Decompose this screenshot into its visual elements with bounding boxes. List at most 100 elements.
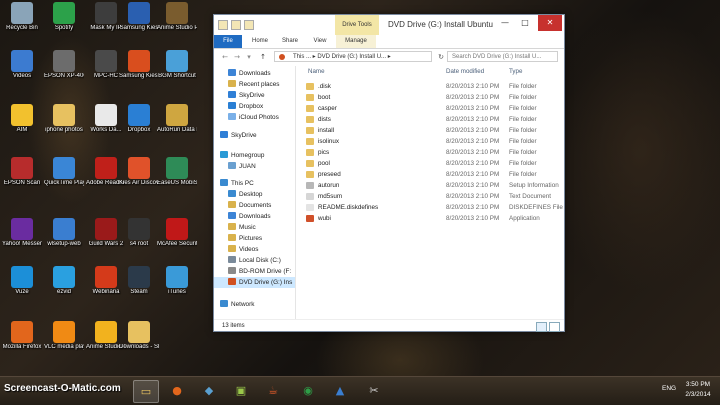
navigation-pane[interactable]: Downloads Recent places SkyDrive Dropbox iCl… — [214, 66, 296, 319]
nav-item[interactable]: Homegroup — [214, 150, 295, 161]
app-taskbar-button[interactable]: ◆ — [197, 380, 221, 401]
column-header-date-modified[interactable]: Date modified — [446, 68, 484, 75]
desktop-shortcut[interactable]: QuickTime Player — [44, 157, 84, 187]
desktop-shortcut[interactable]: iphone photos — [44, 104, 84, 134]
nav-item[interactable]: Pictures — [214, 233, 295, 244]
back-icon[interactable]: ← — [220, 52, 230, 62]
file-list[interactable]: Name Date modified Type .disk 8/20/2013 2… — [296, 66, 564, 319]
file-row[interactable]: dists 8/20/2013 2:10 PM File folder — [306, 114, 556, 125]
file-row[interactable]: isolinux 8/20/2013 2:10 PM File folder — [306, 136, 556, 147]
desktop-shortcut[interactable]: s4 root — [119, 218, 159, 248]
file-type: File folder — [509, 105, 537, 112]
nav-item[interactable]: SkyDrive — [214, 130, 295, 141]
folder-icon[interactable] — [218, 20, 228, 30]
nav-item[interactable]: Dropbox — [214, 101, 295, 112]
pinned-app-taskbar-button[interactable]: ▲ — [328, 380, 352, 401]
desktop-shortcut[interactable]: McAfee Security Sc... — [157, 218, 197, 248]
nav-item[interactable]: Music — [214, 222, 295, 233]
tab-file[interactable]: File — [214, 35, 242, 48]
desktop-shortcut[interactable]: wlsetup-web — [44, 218, 84, 248]
desktop-shortcut[interactable]: Downloads - Shortcut — [119, 321, 159, 351]
desktop-shortcut[interactable]: ezvid — [44, 266, 84, 296]
tab-view[interactable]: View — [308, 35, 332, 48]
file-row[interactable]: preseed 8/20/2013 2:10 PM File folder — [306, 169, 556, 180]
desktop-shortcut[interactable]: Yahoo! Messenger — [2, 218, 42, 248]
desktop-shortcut[interactable]: Vuze — [2, 266, 42, 296]
maximize-button[interactable]: □ — [516, 15, 534, 31]
file-row[interactable]: README.diskdefines 8/20/2013 2:10 PM DISKD… — [306, 202, 563, 213]
desktop-shortcut[interactable]: Dropbox — [119, 104, 159, 134]
desktop-shortcut[interactable]: AIM — [2, 104, 42, 134]
desktop-shortcut[interactable]: Spotify — [44, 2, 84, 32]
file-explorer-taskbar-button[interactable]: ▭ — [133, 380, 159, 403]
desktop-shortcut[interactable]: EPSON XP-400 Series — [44, 50, 84, 80]
desktop-shortcut[interactable]: Steam — [119, 266, 159, 296]
desktop-shortcut[interactable]: BGM Shortcut — [157, 50, 197, 80]
details-view-icon[interactable] — [536, 322, 547, 332]
desktop-shortcut[interactable]: Recycle Bin — [2, 2, 42, 32]
tab-home[interactable]: Home — [248, 35, 272, 48]
firefox-taskbar-button[interactable]: ● — [165, 380, 189, 401]
desktop-shortcut[interactable]: AutoRun Data Pr... — [157, 104, 197, 134]
forward-icon[interactable]: → — [232, 52, 242, 62]
file-row[interactable]: boot 8/20/2013 2:10 PM File folder — [306, 92, 556, 103]
input-language[interactable]: ENG — [662, 385, 676, 392]
column-header-type[interactable]: Type — [509, 68, 522, 75]
nav-item[interactable]: BD-ROM Drive (F: — [214, 266, 295, 277]
nav-item[interactable]: Desktop — [214, 189, 295, 200]
file-type: File folder — [509, 149, 537, 156]
nav-item[interactable]: Documents — [214, 200, 295, 211]
file-row[interactable]: .disk 8/20/2013 2:10 PM File folder — [306, 81, 556, 92]
desktop-shortcut[interactable]: VLC media player — [44, 321, 84, 351]
recent-places-icon — [228, 80, 236, 87]
photos-taskbar-button[interactable]: ▣ — [229, 380, 253, 401]
tab-manage[interactable]: Manage — [336, 35, 376, 48]
desktop-shortcut[interactable]: EaseUS MobiSav... — [157, 157, 197, 187]
search-input[interactable]: Search DVD Drive (G:) Install U... — [447, 51, 558, 62]
java-taskbar-button[interactable]: ☕ — [261, 380, 285, 401]
desktop-shortcut[interactable]: Videos — [2, 50, 42, 80]
nav-item[interactable]: SkyDrive — [214, 90, 295, 101]
file-row[interactable]: md5sum 8/20/2013 2:10 PM Text Document — [306, 191, 556, 202]
desktop-shortcut[interactable]: Kies Air Discove... — [119, 157, 159, 187]
nav-item[interactable]: DVD Drive (G:) Ins — [214, 277, 295, 288]
quick-access-toolbar[interactable] — [218, 20, 254, 30]
desktop-shortcut[interactable]: Mozilla Firefox — [2, 321, 42, 351]
close-button[interactable]: ✕ — [538, 15, 562, 31]
minimize-button[interactable]: — — [496, 15, 514, 31]
desktop-shortcut[interactable]: Anime Studio Pro — [157, 2, 197, 32]
up-icon[interactable]: ↑ — [258, 52, 268, 62]
file-row[interactable]: casper 8/20/2013 2:10 PM File folder — [306, 103, 556, 114]
desktop-shortcut[interactable]: Samsung Kies — [119, 2, 159, 32]
file-row[interactable]: install 8/20/2013 2:10 PM File folder — [306, 125, 556, 136]
nav-item[interactable]: Videos — [214, 244, 295, 255]
title-bar[interactable]: Drive Tools DVD Drive (G:) Install Ubunt… — [214, 15, 564, 35]
chrome-taskbar-button[interactable]: ◉ — [296, 380, 320, 401]
refresh-icon[interactable]: ↻ — [436, 52, 446, 62]
file-row[interactable]: autorun 8/20/2013 2:10 PM Setup Informatio… — [306, 180, 559, 191]
desktop-shortcut[interactable]: EPSON Scan — [2, 157, 42, 187]
snipping-taskbar-button[interactable]: ✂ — [362, 380, 386, 401]
file-row[interactable]: pics 8/20/2013 2:10 PM File folder — [306, 147, 556, 158]
file-row[interactable]: pool 8/20/2013 2:10 PM File folder — [306, 158, 556, 169]
tab-share[interactable]: Share — [278, 35, 302, 48]
desktop-shortcut[interactable]: Samsung Kies (Lite) — [119, 50, 159, 80]
file-row[interactable]: wubi 8/20/2013 2:10 PM Application — [306, 213, 556, 224]
nav-item[interactable]: Downloads — [214, 68, 295, 79]
address-bar[interactable]: This ... ▸ DVD Drive (G:) Install U... ▸ — [274, 51, 432, 62]
recent-dropdown-icon[interactable]: ▾ — [244, 52, 254, 62]
desktop-shortcut[interactable]: iTunes — [157, 266, 197, 296]
nav-item[interactable]: Downloads — [214, 211, 295, 222]
new-folder-icon[interactable] — [244, 20, 254, 30]
clock[interactable]: 3:50 PM 2/3/2014 — [680, 380, 716, 400]
explorer-window[interactable]: Drive Tools DVD Drive (G:) Install Ubunt… — [213, 14, 565, 332]
nav-item[interactable]: Recent places — [214, 79, 295, 90]
nav-item[interactable]: This PC — [214, 178, 295, 189]
properties-icon[interactable] — [231, 20, 241, 30]
large-icons-view-icon[interactable] — [549, 322, 560, 332]
nav-item[interactable]: iCloud Photos — [214, 112, 295, 123]
nav-item[interactable]: Network — [214, 299, 295, 310]
nav-item[interactable]: Local Disk (C:) — [214, 255, 295, 266]
nav-item[interactable]: JUAN — [214, 161, 295, 172]
column-header-name[interactable]: Name — [308, 68, 325, 75]
